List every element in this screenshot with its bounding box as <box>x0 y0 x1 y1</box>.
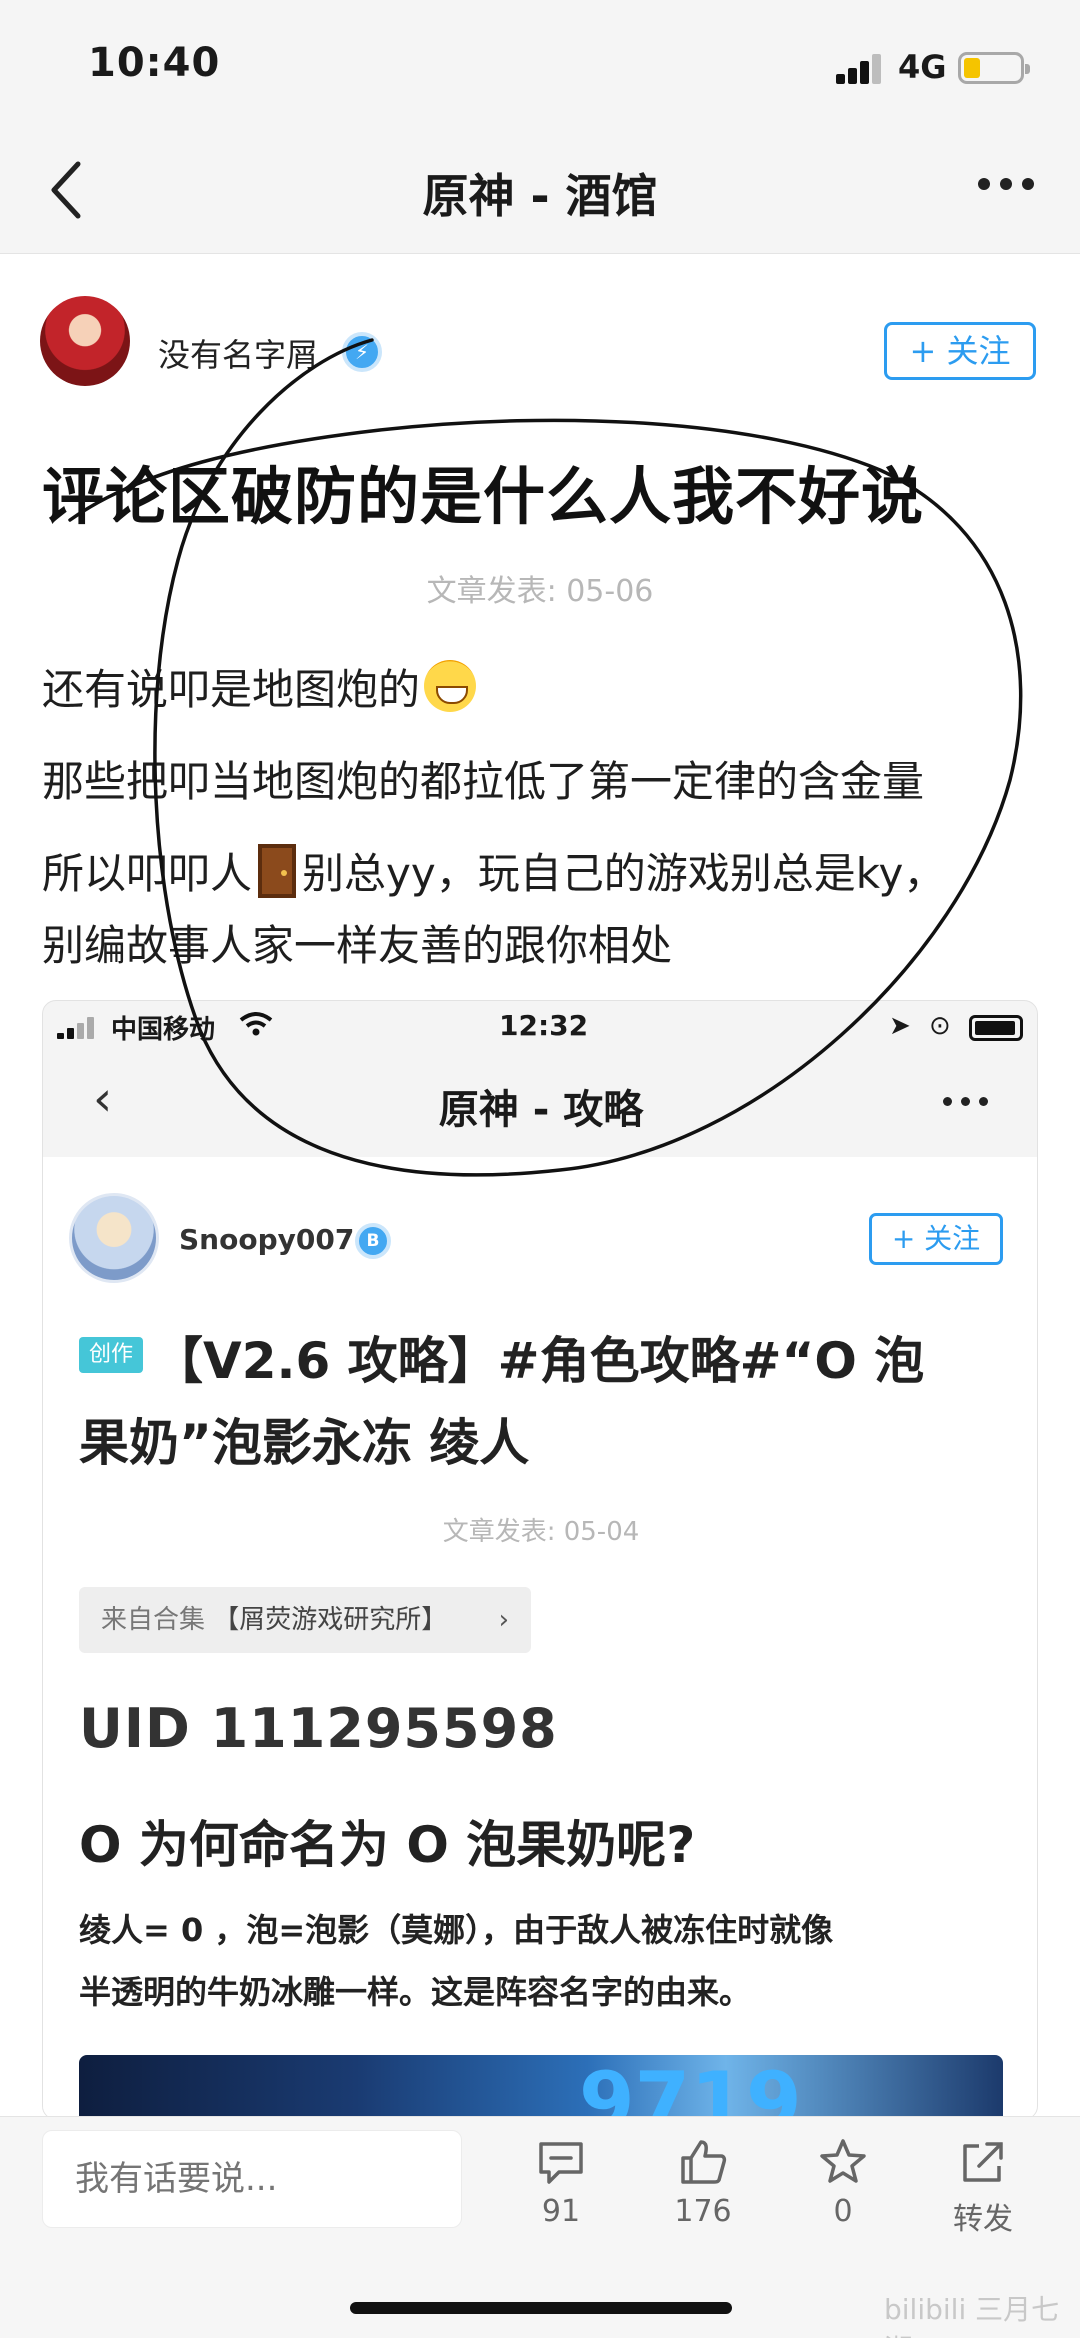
grinning-sweat-emoji-icon <box>424 660 477 712</box>
comment-icon <box>539 2142 583 2184</box>
post-paragraph: 那些把叩当地图炮的都拉低了第一定律的含金量 <box>42 757 925 806</box>
embedded-screenshot[interactable]: 中国移动 12:32 ➤ ⊙ ‹ 原神 - 攻略 Snoopy007 B + 关… <box>42 1000 1038 2120</box>
post-date: 文章发表: 05-06 <box>426 574 654 609</box>
embedded-time: 12:32 <box>499 1009 589 1042</box>
embedded-follow-button: + 关注 <box>869 1213 1003 1265</box>
creation-tag: 创作 <box>79 1337 143 1373</box>
wifi-icon <box>239 1011 273 1044</box>
paragraph-text: 别总yy，玩自己的游戏别总是ky， <box>302 849 946 898</box>
section-heading: O 为何命名为 O 泡果奶呢? <box>79 1816 696 1874</box>
like-count: 176 <box>674 2194 732 2229</box>
author-avatar[interactable] <box>40 296 130 386</box>
cellular-signal-icon <box>836 52 884 84</box>
comment-field[interactable] <box>43 2131 461 2227</box>
rotation-lock-icon: ⊙ <box>929 1011 951 1041</box>
more-options-button[interactable] <box>978 178 1034 192</box>
author-name[interactable]: 没有名字屑 <box>158 330 318 376</box>
post-paragraph: 所以叩叩人 别总yy，玩自己的游戏别总是ky， <box>42 840 945 901</box>
share-icon <box>963 2142 1003 2182</box>
comment-input[interactable] <box>42 2130 462 2228</box>
share-label: 转发 <box>953 2202 1013 2237</box>
follow-button[interactable]: + 关注 <box>884 322 1036 380</box>
collection-link: 来自合集 【屑荧游戏研究所】 › <box>79 1587 531 1653</box>
share-button[interactable]: 转发 <box>928 2136 1038 2238</box>
collection-name: 【屑荧游戏研究所】 <box>213 1605 448 1635</box>
paragraph-text: 还有说叩是地图炮的 <box>42 665 421 714</box>
door-emoji-icon <box>258 844 297 898</box>
embedded-title: 果奶”泡影永冻 绫人 <box>79 1414 530 1472</box>
body-text: 绫人= 0 ，泡=泡影（莫娜），由于敌人被冻住时就像 <box>79 1911 834 1949</box>
network-type: 4G <box>898 48 947 86</box>
embedded-signal-icon <box>57 1017 99 1039</box>
favorite-button[interactable]: 0 <box>788 2136 898 2229</box>
like-button[interactable]: 176 <box>648 2136 758 2229</box>
embedded-more-icon <box>943 1097 991 1107</box>
embedded-nav-title: 原神 - 攻略 <box>438 1087 644 1133</box>
image-number: 9719 <box>579 2055 802 2120</box>
thumbs-up-icon <box>681 2140 727 2184</box>
battery-icon <box>958 52 1030 84</box>
post-paragraph: 还有说叩是地图炮的 <box>42 656 477 717</box>
verified-badge-icon: ⚡ <box>342 332 382 372</box>
embedded-carrier: 中国移动 <box>111 1015 216 1045</box>
game-screenshot-image: 9719 <box>79 2055 1003 2120</box>
favorite-count: 0 <box>833 2194 853 2229</box>
star-icon <box>820 2139 866 2183</box>
comment-count: 91 <box>541 2194 581 2229</box>
embedded-author-name: Snoopy007 <box>179 1223 355 1256</box>
body-text: 半透明的牛奶冰雕一样。这是阵容名字的由来。 <box>79 1973 752 2011</box>
collection-prefix: 来自合集 <box>101 1605 206 1635</box>
paragraph-text: 所以叩叩人 <box>42 849 253 898</box>
status-time: 10:40 <box>88 40 221 86</box>
app-screen: 10:40 4G 原神 - 酒馆 没有名字屑 ⚡ + 关注 评论区破防的是什么人… <box>0 0 1080 2338</box>
home-indicator[interactable] <box>350 2302 732 2314</box>
embedded-date: 文章发表: 05-04 <box>442 1517 640 1547</box>
embedded-author-avatar <box>69 1193 159 1283</box>
comment-button[interactable]: 91 <box>506 2136 616 2229</box>
post-paragraph: 别编故事人家一样友善的跟你相处 <box>42 921 673 970</box>
chevron-right-icon: › <box>498 1605 509 1635</box>
post-title: 评论区破防的是什么人我不好说 <box>42 460 925 533</box>
embedded-badge-icon: B <box>355 1223 391 1259</box>
watermark: bilibili 三月七瀬 <box>884 2293 1060 2338</box>
location-arrow-icon: ➤ <box>889 1011 911 1041</box>
uid-heading: UID 111295598 <box>79 1697 558 1760</box>
page-title: 原神 - 酒馆 <box>422 169 658 223</box>
embedded-battery-icon <box>969 1015 1023 1041</box>
embedded-title: 【V2.6 攻略】#角色攻略#“O 泡 <box>153 1332 925 1390</box>
